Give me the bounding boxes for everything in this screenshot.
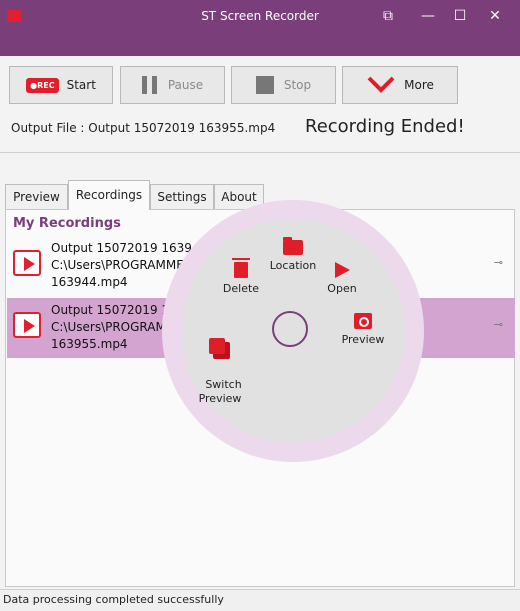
recording-text: Output 15072019 16 C:\Users\PROGRAM 1639… bbox=[51, 303, 177, 351]
video-play-icon bbox=[13, 312, 41, 338]
menu-item-label: Preview bbox=[341, 333, 385, 346]
tab-preview[interactable]: Preview bbox=[5, 184, 68, 209]
folder-icon bbox=[283, 237, 303, 255]
output-file-label: Output File : Output 15072019 163955.mp4 bbox=[11, 121, 276, 135]
eye-icon bbox=[354, 313, 372, 329]
more-button[interactable]: More bbox=[342, 66, 458, 104]
start-label: Start bbox=[66, 78, 96, 92]
section-title: My Recordings bbox=[13, 216, 121, 231]
pause-button[interactable]: Pause bbox=[120, 66, 225, 104]
pause-icon bbox=[141, 76, 158, 94]
minimize-icon[interactable]: — bbox=[414, 4, 442, 28]
title-bar: ST Screen Recorder ⧉ — ☐ ✕ bbox=[0, 0, 520, 56]
trash-icon bbox=[232, 258, 250, 278]
maximize-icon[interactable]: ☐ bbox=[446, 4, 474, 28]
stop-label: Stop bbox=[283, 78, 312, 92]
stop-icon bbox=[255, 76, 274, 94]
more-label: More bbox=[404, 78, 434, 92]
menu-item-switch-preview[interactable]: Switch Preview bbox=[196, 310, 244, 406]
menu-item-label: Location bbox=[269, 259, 317, 272]
close-icon[interactable]: ✕ bbox=[481, 4, 509, 28]
menu-item-location[interactable]: Location bbox=[268, 237, 318, 273]
restore-down-icon[interactable]: ⧉ bbox=[374, 4, 402, 28]
menu-item-delete[interactable]: Delete bbox=[220, 258, 262, 296]
tab-recordings[interactable]: Recordings bbox=[68, 180, 150, 210]
pin-icon[interactable]: ⊸ bbox=[494, 256, 503, 269]
switch-preview-icon bbox=[209, 338, 231, 360]
play-icon bbox=[334, 262, 350, 278]
stop-button[interactable]: Stop bbox=[231, 66, 336, 104]
radial-menu-center[interactable] bbox=[272, 311, 308, 347]
menu-item-open[interactable]: Open bbox=[322, 262, 362, 296]
status-bar: Data processing completed successfully bbox=[0, 589, 520, 611]
menu-item-label: Delete bbox=[222, 282, 260, 295]
tab-settings[interactable]: Settings bbox=[150, 184, 214, 209]
toolbar: ●REC Start Pause Stop More Output File :… bbox=[0, 56, 520, 153]
pin-icon[interactable]: ⊸ bbox=[494, 318, 503, 331]
start-button[interactable]: ●REC Start bbox=[9, 66, 113, 104]
menu-item-label: Switch Preview bbox=[198, 378, 242, 405]
window-title: ST Screen Recorder bbox=[201, 9, 319, 23]
recording-status: Recording Ended! bbox=[305, 116, 465, 137]
video-play-icon bbox=[13, 250, 41, 276]
menu-item-label: Open bbox=[327, 282, 357, 295]
pause-label: Pause bbox=[167, 78, 204, 92]
rec-icon: ●REC bbox=[26, 77, 59, 93]
chevron-down-icon bbox=[366, 75, 396, 96]
menu-item-preview[interactable]: Preview bbox=[340, 313, 386, 347]
